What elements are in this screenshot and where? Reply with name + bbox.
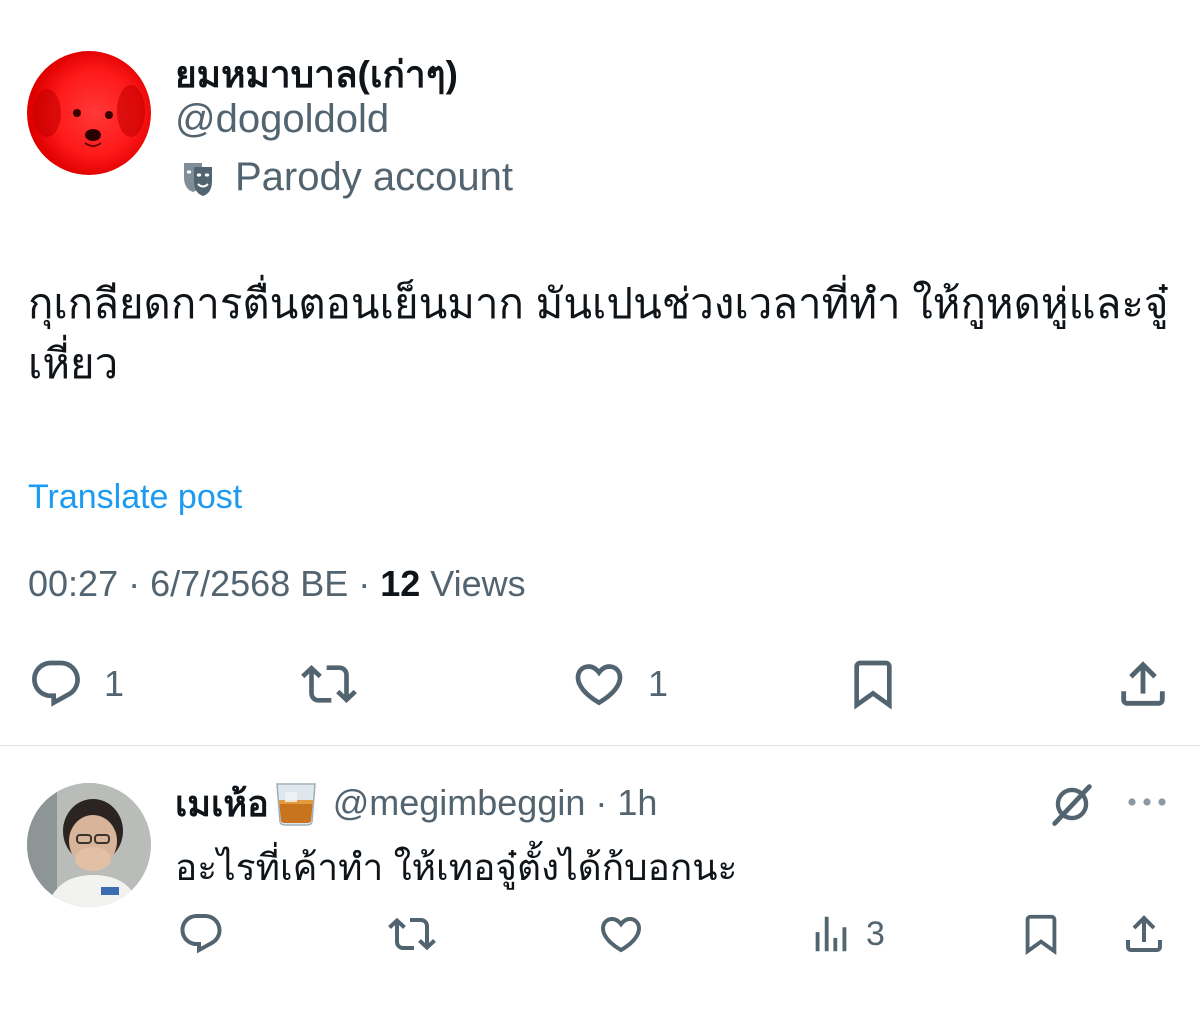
reply-icon <box>180 914 222 954</box>
repost-icon <box>301 665 357 703</box>
reply-views-count: 3 <box>866 914 885 953</box>
views-chart-icon <box>815 916 847 952</box>
repost-button[interactable] <box>298 656 360 712</box>
divider <box>0 745 1200 746</box>
author-avatar[interactable] <box>27 51 151 175</box>
like-count: 1 <box>648 663 669 704</box>
translate-post-link[interactable]: Translate post <box>28 478 242 517</box>
views-label: Views <box>420 563 526 604</box>
parody-badge: Parody account <box>175 152 513 202</box>
bookmark-icon <box>1025 914 1057 955</box>
reply-author-avatar[interactable] <box>27 783 151 907</box>
post-metadata: 00:27 · 6/7/2568 BE · 12 Views <box>28 563 526 605</box>
reply-button[interactable]: 1 <box>28 656 124 712</box>
reply-icon <box>32 660 80 707</box>
person-photo-avatar <box>27 783 151 907</box>
heart-icon <box>575 664 623 706</box>
reply-views-button[interactable]: 3 <box>808 910 885 958</box>
reply-text: อะไรที่เค้าทำ ให้เทอจู๋ตั้งได้ก้บอกนะ <box>175 847 738 888</box>
post-timestamp[interactable]: 00:27 · 6/7/2568 BE · <box>28 563 380 604</box>
views-count: 12 <box>380 563 421 604</box>
parody-label: Parody account <box>235 154 513 199</box>
reply-count: 1 <box>104 663 125 704</box>
author-handle[interactable]: @dogoldold <box>175 97 389 142</box>
bookmark-button[interactable] <box>845 654 901 714</box>
dog-avatar-image <box>33 85 145 147</box>
bookmark-icon <box>854 660 892 710</box>
grok-icon <box>1052 784 1092 826</box>
grok-button[interactable] <box>1046 778 1098 830</box>
author-name[interactable]: ยมหมาบาล(เก่าๆ) <box>175 45 458 104</box>
reply-share-button[interactable] <box>1120 908 1168 960</box>
reply-bookmark-button[interactable] <box>1018 908 1064 960</box>
reply-author-name[interactable]: เมเห้อ <box>175 775 269 832</box>
repost-icon <box>388 917 436 951</box>
share-icon <box>1121 661 1165 706</box>
reply-repost-button[interactable] <box>385 910 439 958</box>
whisky-glass-emoji <box>275 783 316 826</box>
post-text: กุเกลียดการตื่นตอนเย็นมาก มันเปนช่วงเวลา… <box>28 280 1169 387</box>
like-button[interactable]: 1 <box>570 656 668 712</box>
reply-reply-button[interactable] <box>176 910 226 958</box>
reply-like-button[interactable] <box>596 910 646 958</box>
more-icon <box>1128 798 1166 806</box>
heart-icon <box>600 917 642 953</box>
reply-author-handle[interactable]: @megimbeggin · 1h <box>333 782 658 824</box>
theater-mask-icon <box>175 154 221 200</box>
more-options-button[interactable] <box>1124 788 1170 816</box>
reply-header: เมเห้อ @megimbeggin · 1h <box>175 778 657 828</box>
share-icon <box>1126 915 1162 952</box>
share-button[interactable] <box>1114 654 1172 714</box>
